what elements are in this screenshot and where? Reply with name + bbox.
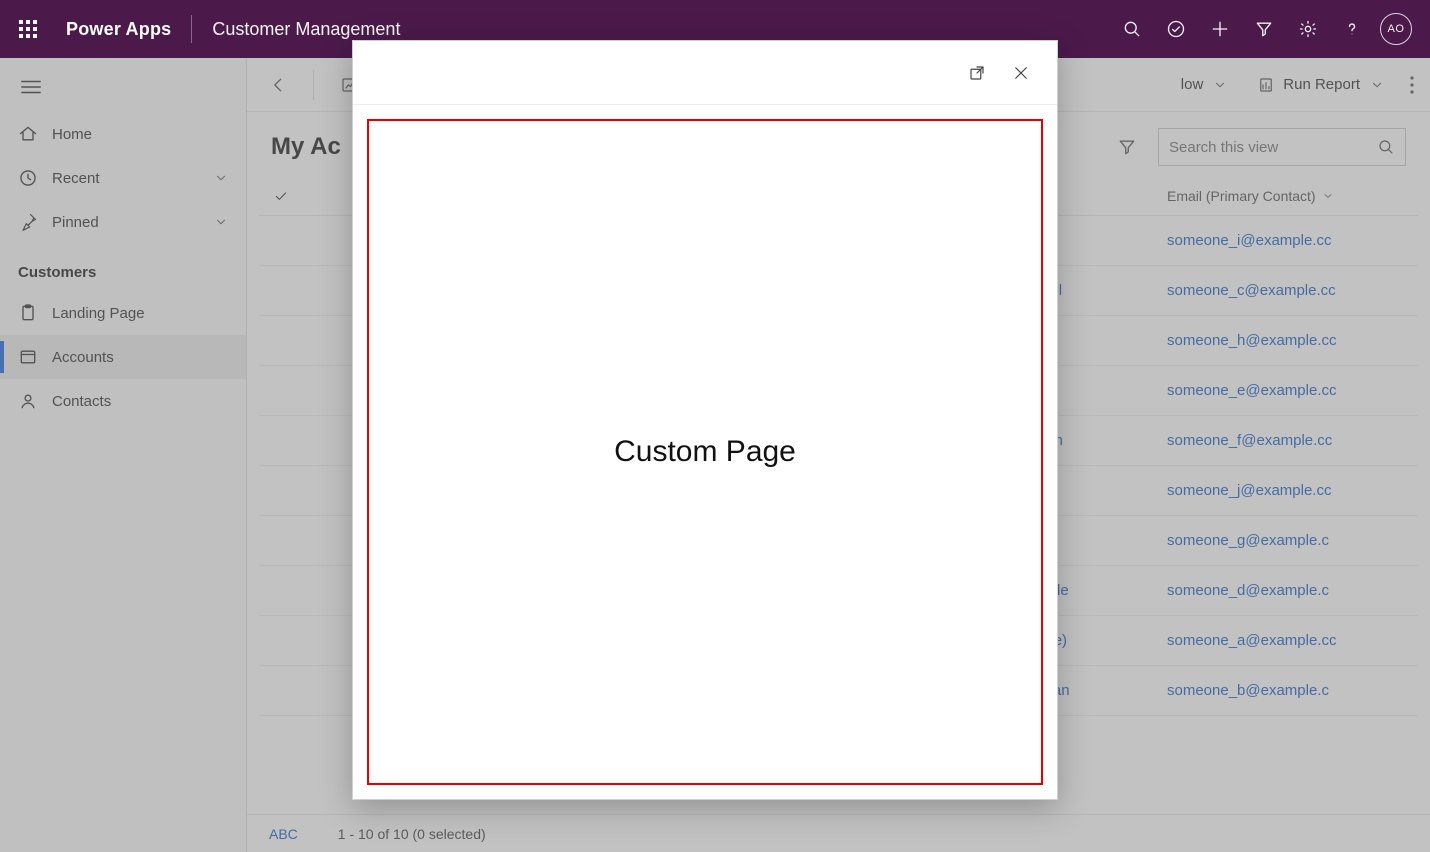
dialog-titlebar [353, 41, 1057, 105]
avatar-initials: AO [1380, 13, 1412, 45]
settings-gear-icon[interactable] [1286, 7, 1330, 51]
dialog-body-text: Custom Page [614, 435, 796, 469]
topbar-divider [191, 15, 192, 43]
filter-icon[interactable] [1242, 7, 1286, 51]
help-icon[interactable] [1330, 7, 1374, 51]
search-icon[interactable] [1110, 7, 1154, 51]
app-name-label: Customer Management [212, 19, 400, 40]
brand-label: Power Apps [66, 19, 171, 40]
task-check-icon[interactable] [1154, 7, 1198, 51]
user-avatar[interactable]: AO [1374, 7, 1418, 51]
close-icon[interactable] [1003, 55, 1039, 91]
popout-icon[interactable] [959, 55, 995, 91]
custom-page-dialog: Custom Page [352, 40, 1058, 800]
app-launcher-icon[interactable] [12, 13, 44, 45]
dialog-body: Custom Page [367, 119, 1043, 785]
add-icon[interactable] [1198, 7, 1242, 51]
